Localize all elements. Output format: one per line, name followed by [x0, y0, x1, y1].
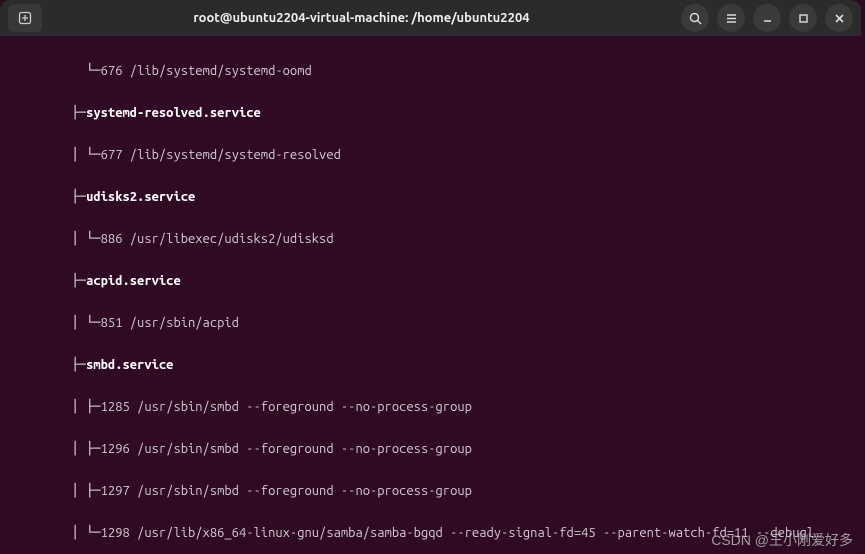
close-icon [833, 12, 846, 25]
line: │ └─851 /usr/sbin/acpid [6, 313, 855, 334]
line: ├─systemd-resolved.service [6, 103, 855, 124]
line: │ ├─1296 /usr/sbin/smbd --foreground --n… [6, 439, 855, 460]
line: │ └─677 /lib/systemd/systemd-resolved [6, 145, 855, 166]
window-title: root@ubuntu2204-virtual-machine: /home/u… [50, 11, 673, 25]
line: ├─acpid.service [6, 271, 855, 292]
maximize-button[interactable] [789, 4, 817, 32]
new-tab-button[interactable] [8, 4, 42, 32]
close-button[interactable] [825, 4, 853, 32]
hamburger-icon [725, 12, 738, 25]
line: │ ├─1297 /usr/sbin/smbd --foreground --n… [6, 481, 855, 502]
search-icon [689, 12, 702, 25]
line: │ └─886 /usr/libexec/udisks2/udisksd [6, 229, 855, 250]
search-button[interactable] [681, 4, 709, 32]
minimize-button[interactable] [753, 4, 781, 32]
minimize-icon [761, 12, 774, 25]
line: │ └─1298 /usr/lib/x86_64-linux-gnu/samba… [6, 523, 855, 544]
titlebar: root@ubuntu2204-virtual-machine: /home/u… [0, 0, 861, 36]
maximize-icon [797, 12, 810, 25]
line: └─676 /lib/systemd/systemd-oomd [6, 61, 855, 82]
terminal-window: root@ubuntu2204-virtual-machine: /home/u… [0, 0, 861, 554]
line: │ ├─1285 /usr/sbin/smbd --foreground --n… [6, 397, 855, 418]
line: ├─smbd.service [6, 355, 855, 376]
menu-button[interactable] [717, 4, 745, 32]
terminal-output[interactable]: └─676 /lib/systemd/systemd-oomd ├─system… [0, 36, 861, 554]
line: ├─udisks2.service [6, 187, 855, 208]
new-tab-icon [18, 11, 32, 25]
